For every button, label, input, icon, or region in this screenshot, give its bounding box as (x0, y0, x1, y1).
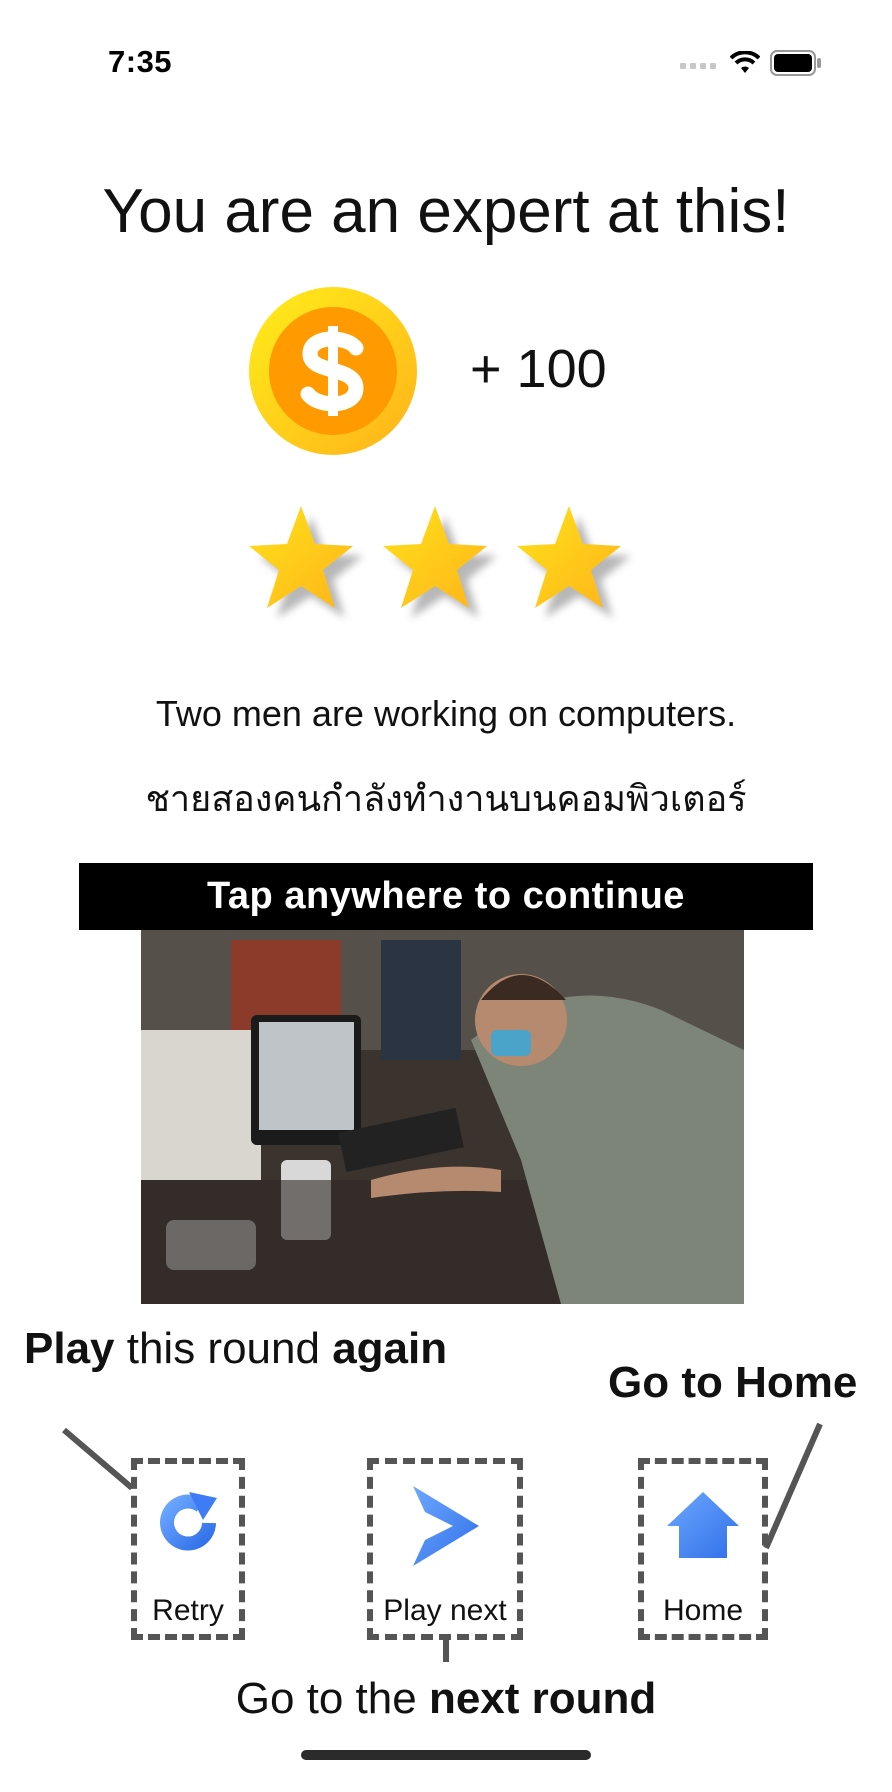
star-icon (517, 506, 631, 618)
result-title: You are an expert at this! (102, 177, 790, 246)
dollar-coin-icon (249, 287, 417, 455)
next-annotation: Go to the next round (235, 1674, 657, 1723)
status-icons (680, 48, 822, 78)
play-next-label: Play next (383, 1594, 507, 1627)
play-next-button[interactable]: Play next (367, 1458, 523, 1640)
wifi-icon (730, 51, 760, 73)
retry-icon (160, 1492, 217, 1551)
star-rating (245, 500, 645, 630)
star-icon (383, 506, 497, 618)
reward-amount: + 100 (470, 339, 607, 399)
retry-annotation: Play this round again (24, 1324, 448, 1373)
round-photo (141, 930, 744, 1304)
thai-translation: ชายสองคนกำลังทำงานบนคอมพิวเตอร์ (145, 778, 747, 819)
battery-icon (770, 50, 821, 76)
home-icon (667, 1492, 739, 1558)
home-button[interactable]: Home (638, 1458, 768, 1640)
retry-label: Retry (152, 1594, 224, 1627)
star-icon (249, 506, 363, 618)
play-icon (413, 1486, 479, 1566)
home-label: Home (662, 1594, 744, 1627)
home-indicator (301, 1750, 591, 1760)
home-annotation: Go to Home (608, 1358, 858, 1407)
retry-button[interactable]: Retry (131, 1458, 245, 1640)
tap-to-continue-banner[interactable]: Tap anywhere to continue (79, 863, 813, 930)
cellular-signal-icon (680, 63, 716, 69)
english-sentence: Two men are working on computers. (155, 693, 737, 734)
status-time: 7:35 (108, 44, 173, 79)
